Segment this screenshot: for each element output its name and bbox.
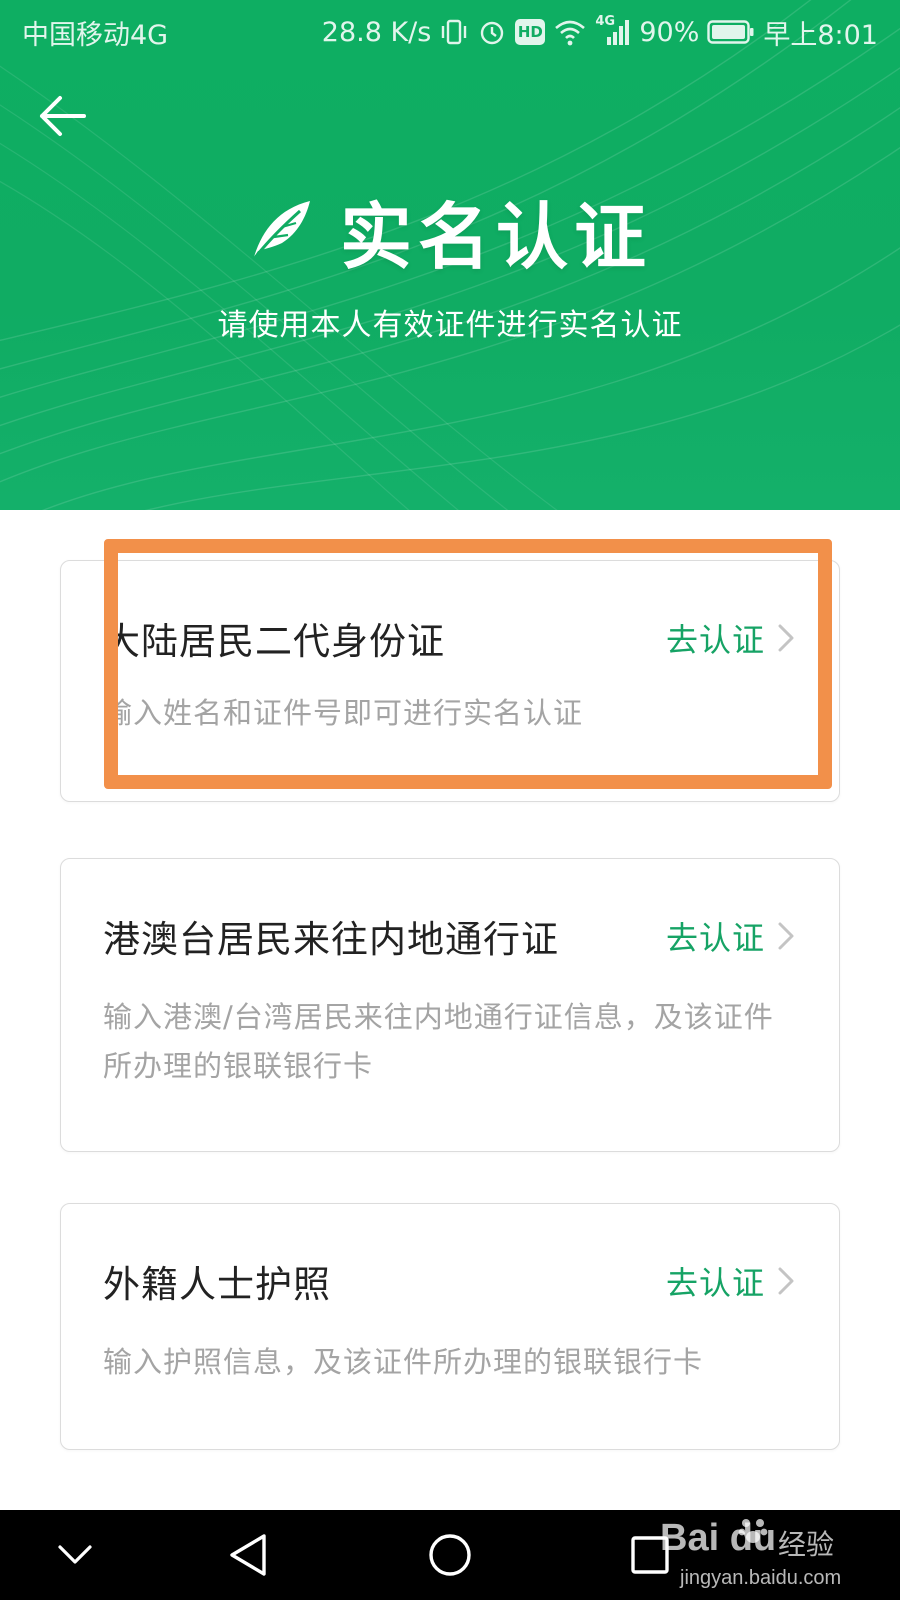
verify-button[interactable]: 去认证 [666,913,795,959]
card-title: 外籍人士护照 [103,1263,331,1306]
status-indicators: 28.8 K/s HD 4G 90% 早上8:01 [322,13,878,52]
watermark-label: 经验 [778,1528,835,1561]
battery-percent: 90% [639,16,700,48]
circle-home-icon [429,1534,471,1576]
card-description: 输入港澳/台湾居民来往内地通行证信息，及该证件所办理的银联银行卡 [103,1000,774,1083]
chevron-right-icon [778,922,794,950]
battery-icon [707,19,755,45]
card-title: 港澳台居民来往内地通行证 [103,918,559,961]
card-hk-macao-taiwan-permit[interactable]: 港澳台居民来往内地通行证 去认证 输入港澳/台湾居民来往内地通行证信息，及该证件… [60,858,840,1152]
card-description: 输入姓名和证件号即可进行实名认证 [103,696,584,730]
chevron-down-icon [58,1545,92,1564]
page-title-row: 实名认证 [0,180,900,280]
hd-icon: HD [515,19,546,45]
alarm-icon [477,17,507,47]
page-title: 实名认证 [339,194,652,279]
status-bar: 中国移动4G 28.8 K/s HD 4G 90% 早上8:01 [0,0,900,64]
card-foreign-passport[interactable]: 外籍人士护照 去认证 输入护照信息，及该证件所办理的银联银行卡 [60,1203,840,1450]
chevron-right-icon [778,624,794,652]
chevron-right-icon [778,1267,794,1295]
verify-button[interactable]: 去认证 [666,615,795,661]
net-speed: 28.8 K/s [321,16,432,48]
vibrate-icon [439,17,469,47]
page-subtitle: 请使用本人有效证件进行实名认证 [217,308,683,343]
nav-home-button[interactable] [417,1522,483,1588]
paw-icon [738,1519,768,1543]
arrow-left-icon [40,96,86,136]
verify-button[interactable]: 去认证 [666,1258,795,1304]
card-mainland-id[interactable]: 大陆居民二代身份证 去认证 输入姓名和证件号即可进行实名认证 [60,560,840,802]
verify-label: 去认证 [665,919,765,957]
baidu-watermark: Bai du 经验 jingyan.baidu.com [660,1513,860,1597]
watermark-url: jingyan.baidu.com [680,1567,842,1589]
card-title: 大陆居民二代身份证 [103,620,445,663]
header-banner: 中国移动4G 28.8 K/s HD 4G 90% 早上8:01 实名认证 请使… [0,0,900,510]
wifi-icon [553,17,587,47]
nav-back-button[interactable] [215,1522,281,1588]
clock-time: 早上8:01 [763,19,878,51]
card-description: 输入护照信息，及该证件所办理的银联银行卡 [103,1345,704,1379]
signal-icon: 4G [595,14,631,47]
feather-icon [252,201,310,260]
back-button[interactable] [30,84,94,148]
verify-label: 去认证 [665,1264,765,1302]
carrier-label: 中国移动4G [22,19,169,51]
nav-hide-button[interactable] [42,1522,108,1588]
triangle-back-icon [230,1534,266,1576]
verify-label: 去认证 [665,621,765,659]
